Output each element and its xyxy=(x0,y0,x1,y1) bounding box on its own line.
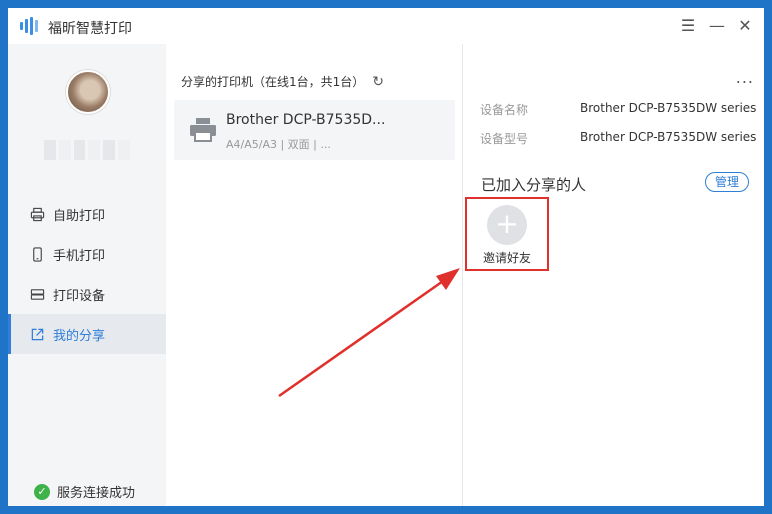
shared-printer-list: 分享的打印机（在线1台，共1台） ↻ Brother DCP-B7535D...… xyxy=(166,44,463,506)
menu-button[interactable]: ☰ xyxy=(676,14,700,38)
refresh-icon[interactable]: ↻ xyxy=(372,74,384,90)
printer-icon xyxy=(30,207,45,221)
share-icon xyxy=(31,328,44,340)
sidebar-item-label: 自助打印 xyxy=(53,208,106,224)
status-text: 服务连接成功 xyxy=(57,486,136,501)
plus-icon: + xyxy=(487,205,527,245)
invite-label: 邀请好友 xyxy=(482,251,531,265)
sidebar-item-label: 打印设备 xyxy=(53,288,106,304)
manage-button[interactable]: 管理 xyxy=(705,172,749,192)
username-blurred xyxy=(44,140,130,160)
sidebar-nav: 自助打印 手机打印 打印设备 我的分享 xyxy=(8,194,166,354)
device-name-value: Brother DCP-B7535DW series xyxy=(580,101,757,115)
printer-list-item[interactable]: Brother DCP-B7535D... A4/A5/A3 | 双面 | ..… xyxy=(174,100,455,160)
more-icon[interactable]: ... xyxy=(736,68,754,87)
device-icon xyxy=(30,288,45,300)
app-logo-icon xyxy=(20,17,40,35)
shared-people-title: 已加入分享的人 xyxy=(481,176,587,194)
phone-icon xyxy=(33,246,42,262)
printer-detail-panel: ... 设备名称 Brother DCP-B7535DW series 设备型号… xyxy=(464,44,764,506)
app-window: 福昕智慧打印 ☰ — ✕ 自助打印 手机打印 打印设备 我的分享 ✓ 服务连接成… xyxy=(8,8,764,506)
printer-meta: A4/A5/A3 | 双面 | ... xyxy=(226,138,331,151)
printer-name: Brother DCP-B7535D... xyxy=(226,112,386,128)
sidebar-item-my-share[interactable]: 我的分享 xyxy=(8,314,166,354)
invite-friend-button[interactable]: + 邀请好友 xyxy=(465,197,549,271)
close-button[interactable]: ✕ xyxy=(733,14,757,38)
sidebar-item-label: 手机打印 xyxy=(53,248,106,264)
minimize-button[interactable]: — xyxy=(705,14,729,38)
connection-status: ✓ 服务连接成功 xyxy=(34,482,135,501)
check-circle-icon: ✓ xyxy=(34,483,50,500)
sidebar-item-label: 我的分享 xyxy=(53,328,106,344)
list-header-text: 分享的打印机（在线1台，共1台） xyxy=(181,75,365,89)
title-bar: 福昕智慧打印 ☰ — ✕ xyxy=(8,8,764,44)
sidebar-item-self-print[interactable]: 自助打印 xyxy=(8,194,166,234)
printer-icon xyxy=(190,118,216,142)
sidebar-item-phone-print[interactable]: 手机打印 xyxy=(8,234,166,274)
device-model-value: Brother DCP-B7535DW series xyxy=(580,130,757,144)
sidebar: 自助打印 手机打印 打印设备 我的分享 ✓ 服务连接成功 xyxy=(8,44,166,506)
sidebar-item-devices[interactable]: 打印设备 xyxy=(8,274,166,314)
device-name-label: 设备名称 xyxy=(480,103,529,117)
list-header: 分享的打印机（在线1台，共1台） ↻ xyxy=(181,73,384,90)
device-model-label: 设备型号 xyxy=(480,132,529,146)
app-title: 福昕智慧打印 xyxy=(48,21,132,37)
avatar[interactable] xyxy=(66,70,110,114)
